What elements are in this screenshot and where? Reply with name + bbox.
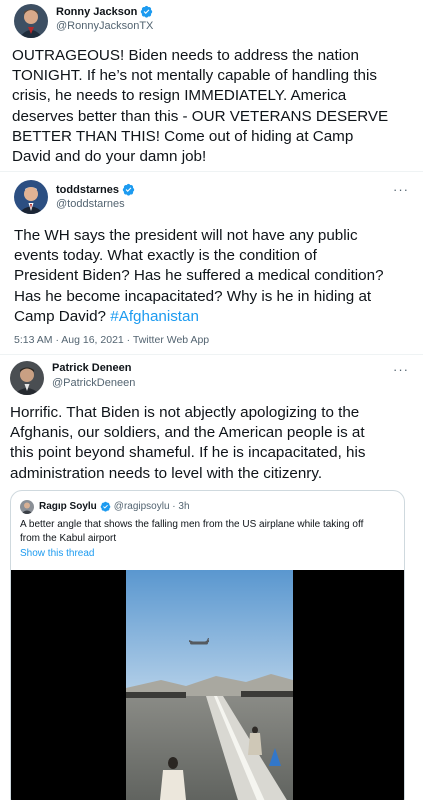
- text-segment: Camp David?: [14, 307, 107, 325]
- author-handle[interactable]: @toddstarnes: [56, 198, 125, 210]
- tweet-text: The WH says the president will not have …: [14, 226, 419, 327]
- quoted-tweet-text: A better angle that shows the falling me…: [20, 518, 398, 546]
- avatar-image: [20, 500, 34, 514]
- text-line: BETTER THAN THIS! Come out of hiding at …: [12, 127, 354, 145]
- hashtag-link[interactable]: #Afghanistan: [110, 308, 199, 325]
- more-options-icon[interactable]: ···: [393, 182, 409, 197]
- author-name[interactable]: toddstarnes: [56, 184, 119, 196]
- text-line: The WH says the president will not have …: [14, 227, 358, 244]
- author-name[interactable]: Ronny Jackson: [56, 6, 137, 18]
- avatar[interactable]: [14, 180, 48, 214]
- tweet-ronny-jackson[interactable]: Ronny Jackson @RonnyJacksonTX OUTRAGEOUS…: [0, 0, 423, 172]
- avatar[interactable]: [10, 361, 44, 395]
- avatar-image: [14, 4, 48, 38]
- text-line: deserves better than this - OUR VETERANS…: [12, 107, 389, 125]
- text-line-last: Camp David? #Afghanistan: [14, 307, 419, 327]
- avatar[interactable]: [14, 4, 48, 38]
- text-line: Has he become incapacitated? Why is he i…: [14, 287, 372, 305]
- text-line: TONIGHT. If he’s not mentally capable of…: [12, 67, 377, 85]
- text-line: crisis, he needs to resign IMMEDIATELY. …: [12, 87, 347, 105]
- verified-badge-icon: [122, 183, 135, 196]
- text-line: from the Kabul airport: [20, 533, 117, 544]
- tweet-toddstarnes[interactable]: toddstarnes @toddstarnes ··· The WH says…: [0, 172, 423, 355]
- text-line: events today. What exactly is the condit…: [14, 247, 317, 265]
- text-line: this point beyond shameful. If he is inc…: [10, 444, 366, 462]
- quoted-author-handle[interactable]: @ragipsoylu · 3h: [114, 501, 190, 512]
- text-line: administration needs to level with the c…: [10, 464, 323, 482]
- text-line: Afghanis, our soldiers, and the American…: [10, 424, 365, 442]
- tweet-text: OUTRAGEOUS! Biden needs to address the n…: [12, 46, 417, 167]
- text-line: OUTRAGEOUS! Biden needs to address the n…: [12, 47, 359, 64]
- quoted-tweet[interactable]: Ragıp Soylu @ragipsoylu · 3h A better an…: [10, 490, 405, 800]
- author-name[interactable]: Patrick Deneen: [52, 362, 131, 374]
- tweet-timestamp[interactable]: 5:13 AM · Aug 16, 2021 · Twitter Web App: [14, 334, 209, 346]
- quoted-avatar[interactable]: [20, 500, 34, 514]
- text-line: A better angle that shows the falling me…: [20, 519, 364, 530]
- avatar-image: [14, 180, 48, 214]
- verified-badge-icon: [100, 501, 111, 512]
- text-line: President Biden? Has he suffered a medic…: [14, 267, 384, 285]
- text-line: Horrific. That Biden is not abjectly apo…: [10, 404, 360, 421]
- author-handle[interactable]: @PatrickDeneen: [52, 377, 135, 389]
- tweet-text: Horrific. That Biden is not abjectly apo…: [10, 403, 420, 484]
- show-thread-link[interactable]: Show this thread: [20, 548, 95, 559]
- quoted-author-name[interactable]: Ragıp Soylu: [39, 501, 97, 512]
- avatar-image: [10, 361, 44, 395]
- text-line: David and do your damn job!: [12, 148, 207, 166]
- video-thumbnail[interactable]: [11, 570, 404, 800]
- more-options-icon[interactable]: ···: [393, 362, 409, 377]
- verified-badge-icon: [141, 5, 153, 18]
- airport-runway-video-frame: [11, 570, 404, 800]
- author-handle[interactable]: @RonnyJacksonTX: [56, 20, 153, 32]
